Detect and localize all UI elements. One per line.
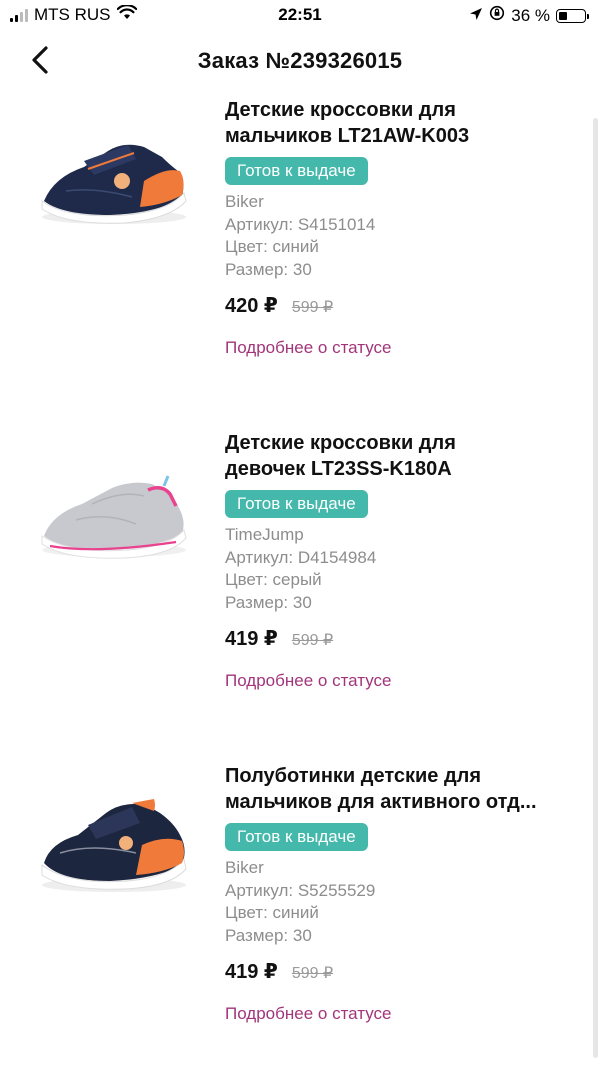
- battery-percent: 36 %: [511, 5, 550, 25]
- size: Размер: 30: [225, 259, 312, 279]
- product-image[interactable]: [36, 117, 192, 237]
- item-info: Полуботинки детские для мальчиков для ак…: [225, 763, 585, 1024]
- product-meta: TimeJump Артикул: D4154984 Цвет: серый Р…: [225, 524, 585, 614]
- brand: TimeJump: [225, 525, 304, 544]
- product-meta: Biker Артикул: S5255529 Цвет: синий Разм…: [225, 857, 585, 947]
- price: 419 ₽: [225, 961, 278, 983]
- price-row: 419 ₽ 599 ₽: [225, 959, 585, 984]
- size: Размер: 30: [225, 925, 312, 945]
- color: Цвет: синий: [225, 237, 319, 256]
- color: Цвет: синий: [225, 903, 319, 922]
- item-info: Детские кроссовки для девочек LT23SS-K18…: [225, 430, 585, 691]
- status-details-link[interactable]: Подробнее о статусе: [225, 671, 585, 691]
- battery-icon: [556, 8, 589, 23]
- old-price: 599 ₽: [291, 965, 334, 982]
- order-item: Детские кроссовки для девочек LT23SS-K18…: [0, 430, 600, 730]
- product-name-line-2[interactable]: мальчиков для активного отд...: [225, 789, 585, 815]
- status-right: 36 %: [469, 5, 589, 26]
- order-item: Детские кроссовки для мальчиков LT21AW-K…: [0, 97, 600, 397]
- article: Артикул: S5255529: [225, 880, 376, 900]
- product-meta: Biker Артикул: S4151014 Цвет: синий Разм…: [225, 191, 585, 281]
- screen-lock-rotation-icon: [489, 5, 505, 26]
- page-title: Заказ №239326015: [197, 48, 403, 73]
- price-row: 420 ₽ 599 ₽: [225, 293, 585, 318]
- battery-fill: [559, 11, 567, 20]
- product-name-line-2[interactable]: девочек LT23SS-K180A: [225, 456, 585, 482]
- status-badge: Готов к выдаче: [225, 823, 368, 851]
- status-details-link[interactable]: Подробнее о статусе: [225, 338, 585, 358]
- article: Артикул: D4154984: [225, 547, 377, 567]
- brand: Biker: [225, 858, 264, 877]
- product-image[interactable]: [36, 450, 192, 570]
- product-name-line-2[interactable]: мальчиков LT21AW-K003: [225, 123, 585, 149]
- product-name-line-1[interactable]: Полуботинки детские для: [225, 763, 585, 789]
- status-badge: Готов к выдаче: [225, 157, 368, 185]
- product-name-line-1[interactable]: Детские кроссовки для: [225, 430, 585, 456]
- status-bar: MTS RUS 22:51 36 %: [0, 0, 600, 32]
- status-details-link[interactable]: Подробнее о статусе: [225, 1004, 585, 1024]
- product-name-line-1[interactable]: Детские кроссовки для: [225, 97, 585, 123]
- price-row: 419 ₽ 599 ₽: [225, 626, 585, 651]
- product-image[interactable]: [36, 783, 192, 903]
- item-info: Детские кроссовки для мальчиков LT21AW-K…: [225, 97, 585, 358]
- price: 420 ₽: [225, 295, 278, 317]
- header: Заказ №239326015: [0, 36, 600, 88]
- size: Размер: 30: [225, 592, 312, 612]
- order-item: Полуботинки детские для мальчиков для ак…: [0, 763, 600, 1063]
- old-price: 599 ₽: [291, 299, 334, 316]
- price: 419 ₽: [225, 628, 278, 650]
- old-price: 599 ₽: [291, 632, 334, 649]
- location-arrow-icon: [469, 6, 483, 26]
- brand: Biker: [225, 192, 264, 211]
- article: Артикул: S4151014: [225, 214, 376, 234]
- status-badge: Готов к выдаче: [225, 490, 368, 518]
- color: Цвет: серый: [225, 570, 322, 589]
